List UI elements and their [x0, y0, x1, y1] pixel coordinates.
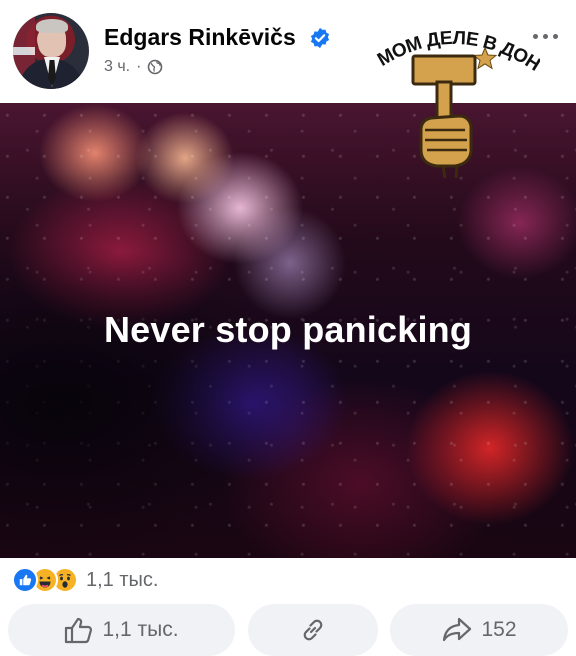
author-avatar[interactable]	[13, 13, 89, 89]
reactions-summary[interactable]: 1,1 тыс.	[12, 566, 158, 594]
post-meta: 3 ч. ·	[104, 58, 163, 76]
author-name[interactable]: Edgars Rinkēvičs	[104, 24, 296, 51]
copy-link-button[interactable]	[248, 604, 378, 656]
like-count: 1,1 тыс.	[102, 618, 179, 641]
fist-hammer-star-icon: НА САМОМ ДЕЛЕ В ДОНЕЦКЕ	[365, 8, 540, 179]
share-button[interactable]: 152	[390, 604, 568, 656]
thumbs-up-icon	[65, 617, 93, 644]
link-icon	[303, 619, 323, 641]
share-count: 152	[481, 618, 517, 641]
globe-icon[interactable]	[147, 59, 163, 75]
meta-separator: ·	[136, 58, 142, 75]
verified-badge-icon	[310, 27, 330, 49]
reaction-count[interactable]: 1,1 тыс.	[86, 569, 158, 592]
post-actions: 1,1 тыс. 152	[8, 604, 568, 656]
reaction-icons	[12, 567, 78, 593]
share-arrow-icon	[443, 617, 472, 642]
post-timestamp[interactable]: 3 ч.	[104, 58, 130, 76]
like-reaction-icon	[12, 567, 38, 593]
like-button[interactable]: 1,1 тыс.	[8, 604, 235, 656]
post-image-text: Never stop panicking	[103, 309, 473, 350]
